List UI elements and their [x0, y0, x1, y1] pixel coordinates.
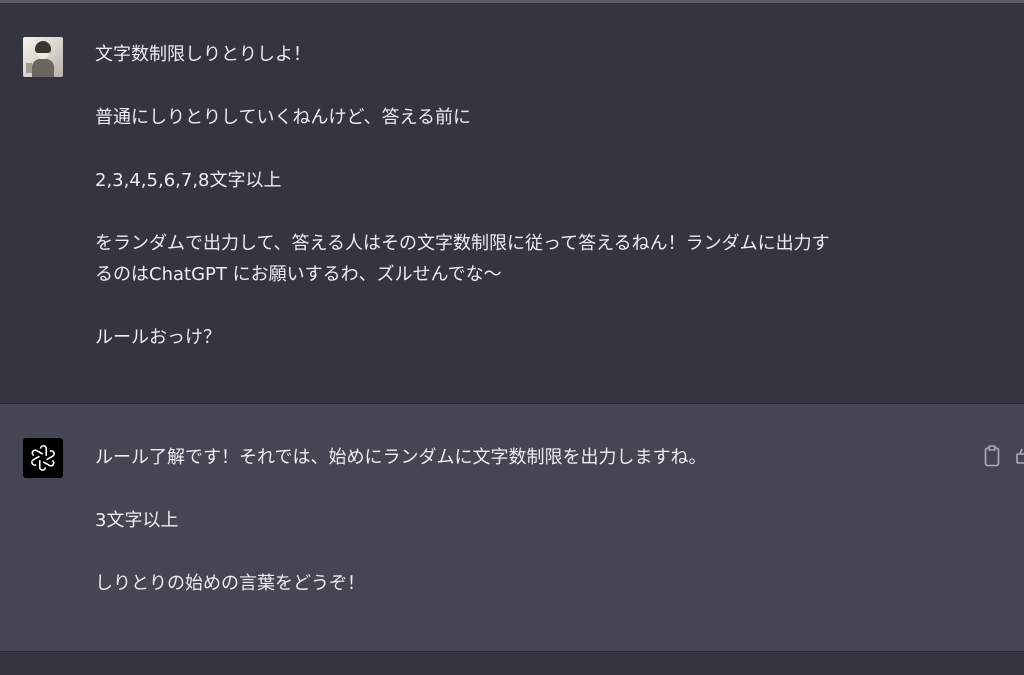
assistant-message: ルール了解です！それでは、始めにランダムに文字数制限を出力しますね。 3文字以上… [0, 404, 1024, 652]
assistant-paragraph: ルール了解です！それでは、始めにランダムに文字数制限を出力しますね。 [95, 447, 707, 468]
bottom-area [0, 652, 1024, 675]
clipboard-icon[interactable] [984, 445, 1000, 467]
thumbs-up-icon[interactable] [1016, 448, 1024, 464]
user-paragraph: 2,3,4,5,6,7,8文字以上 [95, 170, 282, 191]
user-paragraph: をランダムで出力して、答える人はその文字数制限に従って答えるねん！ランダムに出力… [95, 233, 830, 285]
user-paragraph: ルールおっけ？ [95, 327, 221, 348]
avatar-hair [35, 41, 51, 53]
user-paragraph: 文字数制限しりとりしよ！ [95, 44, 311, 65]
assistant-paragraph: しりとりの始めの言葉をどうぞ！ [95, 573, 365, 594]
openai-logo-icon [23, 438, 63, 478]
assistant-paragraph: 3文字以上 [95, 510, 179, 531]
user-avatar [23, 37, 63, 77]
user-message-text: 文字数制限しりとりしよ！ 普通にしりとりしていくねんけど、答える前に 2,3,4… [95, 39, 975, 385]
user-paragraph: 普通にしりとりしていくねんけど、答える前に [95, 107, 472, 128]
avatar-body [32, 59, 54, 77]
assistant-message-text: ルール了解です！それでは、始めにランダムに文字数制限を出力しますね。 3文字以上… [95, 442, 975, 631]
user-message: 文字数制限しりとりしよ！ 普通にしりとりしていくねんけど、答える前に 2,3,4… [0, 3, 1024, 403]
